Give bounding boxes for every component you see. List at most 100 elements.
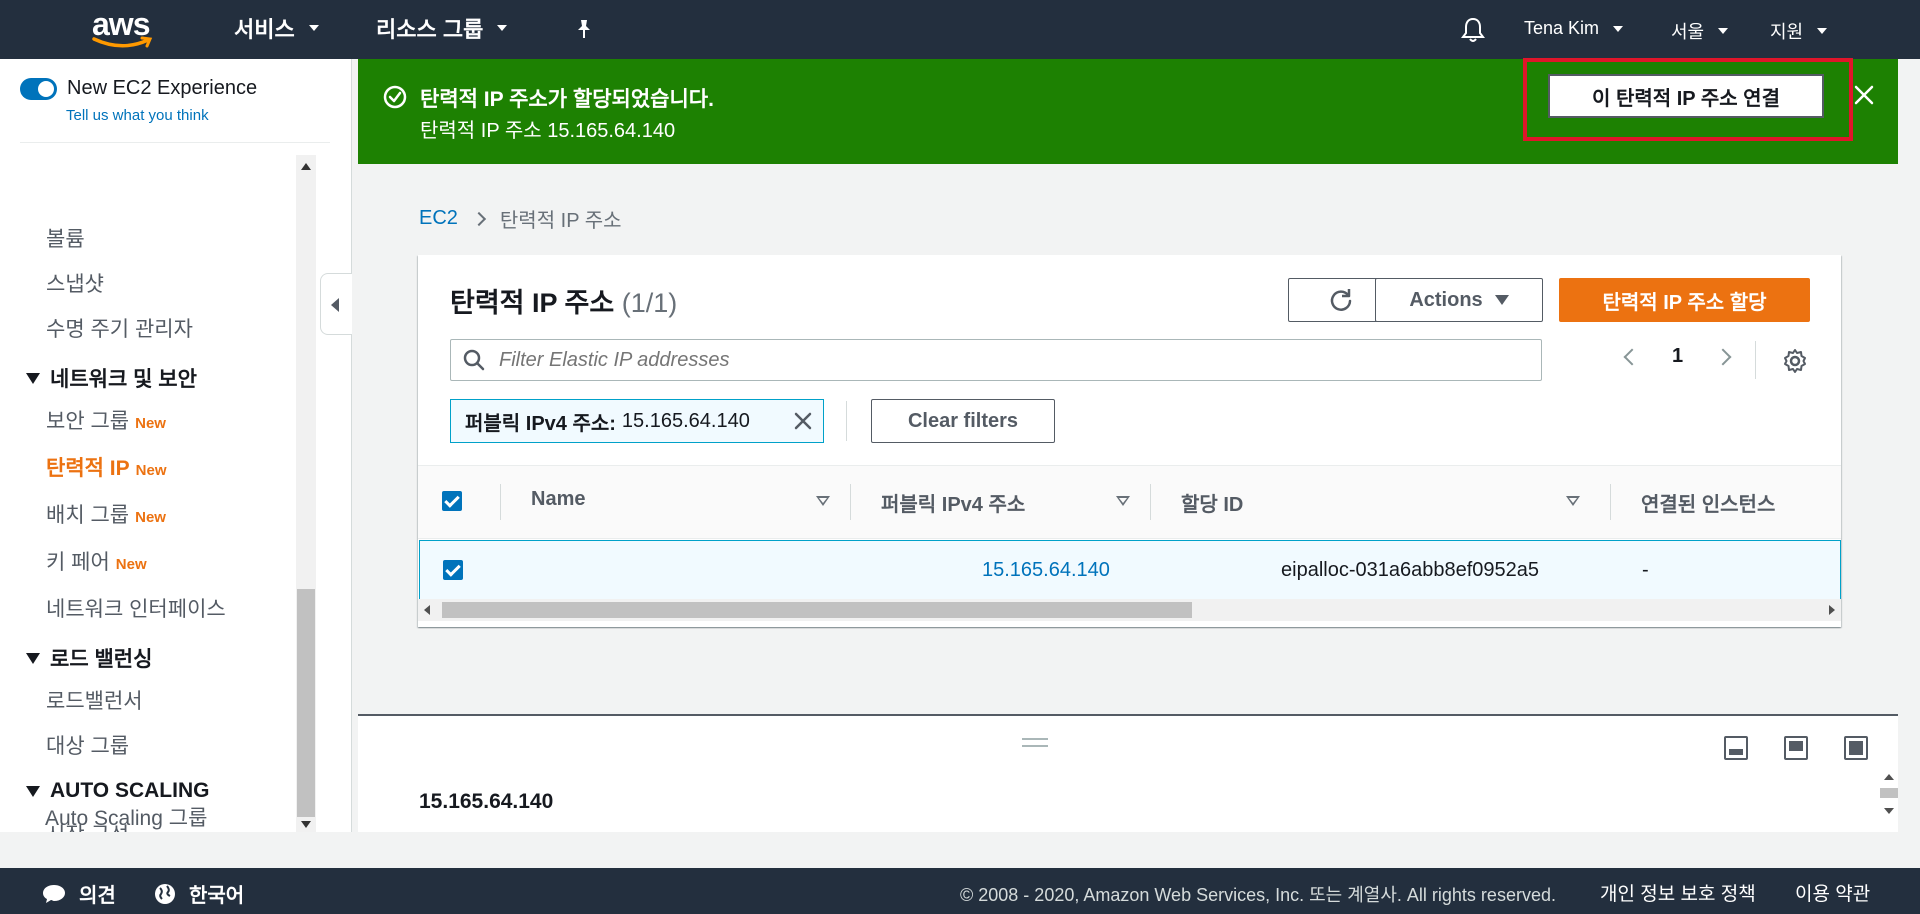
- check-circle-icon: [382, 84, 408, 115]
- speech-bubble-icon: [43, 884, 65, 903]
- scroll-left-icon[interactable]: [424, 605, 430, 615]
- resize-handle[interactable]: [1022, 738, 1048, 747]
- scroll-right-icon[interactable]: [1829, 605, 1835, 615]
- sidebar-section-auto-scaling[interactable]: AUTO SCALING: [26, 779, 209, 803]
- resource-groups-menu[interactable]: 리소스 그룹: [376, 12, 508, 44]
- scroll-down-icon[interactable]: [301, 821, 311, 828]
- column-divider: [500, 484, 501, 520]
- page-number[interactable]: 1: [1672, 345, 1683, 368]
- feedback-button[interactable]: 의견: [41, 879, 116, 908]
- sidebar-item-volumes[interactable]: 볼륨: [46, 223, 85, 253]
- sidebar-item-target-groups[interactable]: 대상 그룹: [46, 730, 129, 760]
- sidebar-section-load-balancing[interactable]: 로드 밸런싱: [26, 643, 152, 673]
- sidebar-item-network-interfaces[interactable]: 네트워크 인터페이스: [46, 593, 226, 623]
- scroll-down-icon[interactable]: [1884, 808, 1894, 814]
- sidebar-item-label: 수명 주기 관리자: [46, 318, 193, 341]
- sidebar-item-auto-scaling-groups[interactable]: Auto Scaling 그룹: [45, 802, 207, 832]
- column-header-associated-instance[interactable]: 연결된 인스턴스: [1641, 488, 1775, 517]
- aws-logo[interactable]: aws: [92, 6, 156, 52]
- actions-dropdown[interactable]: Actions: [1375, 278, 1543, 322]
- split-panel-title: 15.165.64.140: [419, 790, 554, 813]
- horizontal-scrollbar[interactable]: [418, 599, 1841, 621]
- scroll-up-icon[interactable]: [301, 163, 311, 170]
- feedback-label: 의견: [79, 885, 116, 907]
- split-middle-icon[interactable]: [1784, 736, 1808, 760]
- breadcrumb-ec2[interactable]: EC2: [419, 207, 458, 230]
- column-header-name[interactable]: Name: [531, 488, 585, 511]
- pager-divider: [1755, 341, 1756, 379]
- split-panel-scrollbar[interactable]: [1880, 774, 1898, 834]
- sidebar-section-label: 로드 밸런싱: [50, 648, 153, 671]
- services-menu[interactable]: 서비스: [234, 12, 319, 44]
- sidebar-item-elastic-ip[interactable]: 탄력적 IP New: [46, 452, 166, 482]
- table-header: Name 퍼블릭 IPv4 주소 할당 ID 연결된 인스턴스: [418, 465, 1841, 539]
- elastic-ip-table-panel: 탄력적 IP 주소 (1/1) Actions 탄력적 IP 주소 할당 1 퍼…: [418, 255, 1841, 627]
- chevron-down-icon: [497, 25, 508, 31]
- pagination: 1: [1623, 345, 1732, 368]
- resource-groups-label: 리소스 그룹: [376, 17, 484, 42]
- copyright: © 2008 - 2020, Amazon Web Services, Inc.…: [960, 885, 1556, 905]
- services-label: 서비스: [234, 17, 295, 42]
- sidebar-scrollbar[interactable]: [296, 155, 316, 832]
- filter-divider: [846, 401, 847, 441]
- support-menu[interactable]: 지원: [1770, 18, 1828, 44]
- user-menu[interactable]: Tena Kim: [1524, 18, 1624, 39]
- scrollbar-thumb[interactable]: [442, 602, 1192, 618]
- close-icon[interactable]: [1852, 83, 1876, 107]
- search-input[interactable]: [497, 347, 1497, 373]
- sidebar-item-label: 로드밸런서: [46, 690, 143, 713]
- column-divider: [850, 484, 851, 520]
- chevron-right-icon[interactable]: [1714, 348, 1732, 365]
- pin-icon[interactable]: [574, 18, 594, 45]
- region-menu[interactable]: 서울: [1671, 18, 1729, 44]
- clear-filters-button[interactable]: Clear filters: [871, 399, 1055, 443]
- panel-title: 탄력적 IP 주소 (1/1): [450, 281, 677, 320]
- row-checkbox[interactable]: [443, 560, 463, 580]
- feedback-link[interactable]: Tell us what you think: [66, 107, 209, 124]
- split-full-icon[interactable]: [1844, 736, 1868, 760]
- terms-link[interactable]: 이용 약관: [1795, 879, 1870, 906]
- highlight-annotation: [1523, 58, 1853, 141]
- sidebar-collapse-button[interactable]: [320, 273, 352, 335]
- sidebar-item-load-balancers[interactable]: 로드밸런서: [46, 685, 143, 715]
- cell-public-ip[interactable]: 15.165.64.140: [982, 559, 1110, 582]
- column-header-public-ip[interactable]: 퍼블릭 IPv4 주소: [881, 488, 1025, 517]
- sort-icon[interactable]: [1116, 496, 1130, 506]
- gear-icon[interactable]: [1782, 348, 1808, 379]
- new-experience-label: New EC2 Experience: [67, 77, 258, 99]
- column-header-allocation-id[interactable]: 할당 ID: [1181, 488, 1243, 517]
- scroll-up-icon[interactable]: [1884, 774, 1894, 780]
- sidebar-section-network-security[interactable]: 네트워크 및 보안: [26, 363, 197, 393]
- refresh-icon: [1330, 289, 1352, 311]
- chevron-left-icon[interactable]: [1623, 348, 1641, 365]
- select-all-checkbox[interactable]: [442, 491, 462, 511]
- cell-allocation-id: eipalloc-031a6abb8ef0952a5: [1281, 559, 1540, 581]
- language-label: 한국어: [189, 885, 245, 907]
- filter-token: 퍼블릭 IPv4 주소: 15.165.64.140: [450, 399, 824, 443]
- language-selector[interactable]: 한국어: [153, 879, 244, 908]
- allocate-elastic-ip-button[interactable]: 탄력적 IP 주소 할당: [1559, 278, 1810, 322]
- split-bottom-icon[interactable]: [1724, 736, 1748, 760]
- search-icon: [463, 349, 485, 371]
- new-experience-toggle[interactable]: [20, 77, 57, 100]
- caret-down-icon: [26, 372, 40, 384]
- search-field[interactable]: [450, 339, 1542, 381]
- bell-icon[interactable]: [1460, 16, 1486, 49]
- sidebar-item-key-pairs[interactable]: 키 페어 New: [46, 546, 147, 576]
- sidebar-divider: [20, 142, 330, 143]
- close-icon[interactable]: [793, 411, 813, 437]
- sort-icon[interactable]: [1566, 496, 1580, 506]
- table-row[interactable]: 15.165.64.140 eipalloc-031a6abb8ef0952a5…: [419, 540, 1841, 600]
- scrollbar-thumb[interactable]: [1880, 788, 1898, 798]
- privacy-policy-link[interactable]: 개인 정보 보호 정책: [1600, 879, 1756, 906]
- globe-icon: [155, 883, 175, 904]
- sidebar-item-lifecycle-manager[interactable]: 수명 주기 관리자: [46, 313, 193, 343]
- sort-icon[interactable]: [816, 496, 830, 506]
- sidebar-item-placement-groups[interactable]: 배치 그룹 New: [46, 499, 166, 529]
- sidebar-item-snapshots[interactable]: 스냅샷: [46, 268, 104, 298]
- scrollbar-thumb[interactable]: [297, 589, 315, 817]
- region-label: 서울: [1671, 22, 1705, 42]
- chevron-right-icon: [471, 211, 486, 226]
- sidebar-item-security-groups[interactable]: 보안 그룹 New: [46, 405, 166, 435]
- new-badge: New: [115, 556, 147, 573]
